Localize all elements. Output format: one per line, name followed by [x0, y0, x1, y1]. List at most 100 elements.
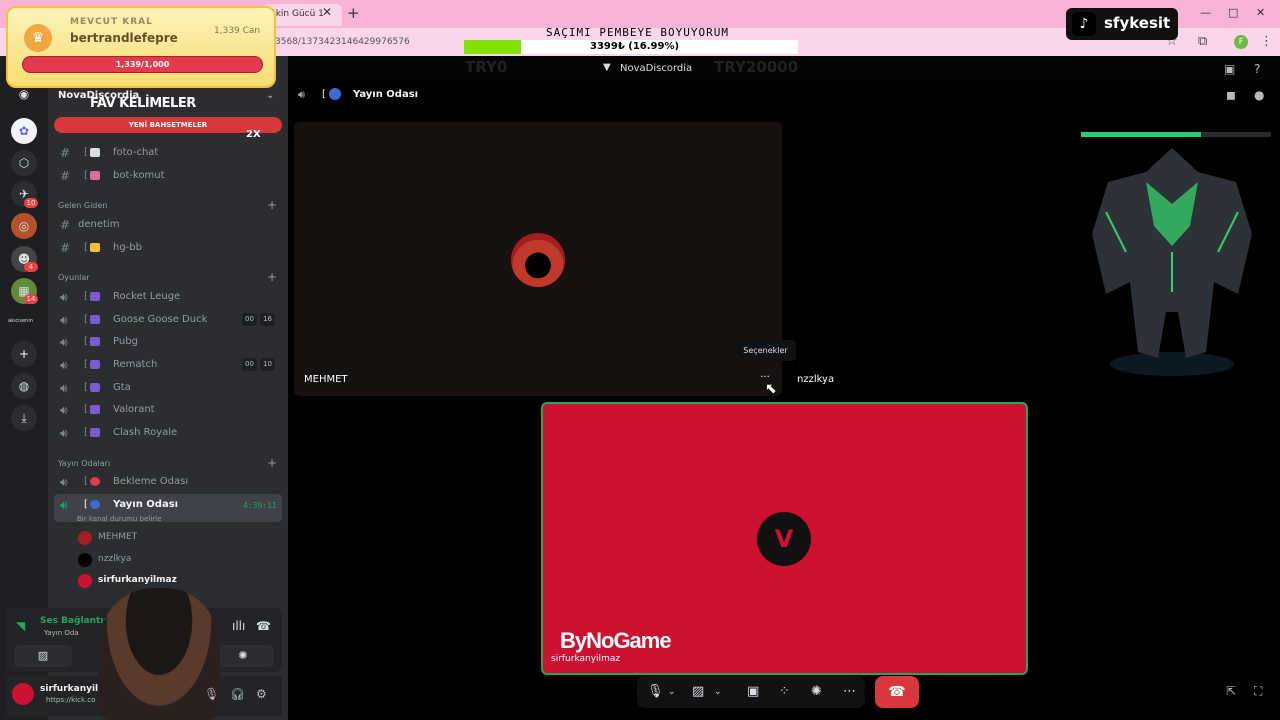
- voice-channel-bekleme[interactable]: 🔊︎ [Bekleme Odası: [54, 471, 282, 493]
- channel-foto-chat[interactable]: # [ foto-chat: [54, 142, 282, 164]
- explore-icon[interactable]: ◍: [11, 373, 37, 399]
- avatar[interactable]: [12, 683, 34, 705]
- member-name: MEHMET: [98, 532, 138, 542]
- maximize-icon[interactable]: □: [1228, 6, 1238, 19]
- speaker-icon: 🔊︎: [298, 88, 305, 101]
- inbox-icon[interactable]: ▣: [1224, 62, 1235, 76]
- help-icon[interactable]: ?: [1254, 62, 1260, 76]
- king-name: bertrandlefepre: [70, 31, 178, 45]
- activities-icon[interactable]: ⁘: [779, 684, 790, 699]
- server-icon[interactable]: ◎: [11, 213, 37, 239]
- voice-channel[interactable]: 🔊︎ [Rocket Leuge: [54, 286, 282, 308]
- cursor-icon: ⬉: [765, 381, 777, 397]
- minimize-icon[interactable]: —: [1200, 6, 1211, 19]
- goal-max-label: TRY20000: [714, 58, 799, 76]
- voice-channel[interactable]: 🔊︎ [Valorant: [54, 399, 282, 421]
- category-gelen-giden[interactable]: Gelen Giden: [58, 201, 107, 210]
- channel-label: Bekleme Odası: [113, 476, 189, 487]
- channel-denetim[interactable]: # denetim: [54, 214, 282, 236]
- window-close-icon[interactable]: ✕: [1256, 6, 1265, 19]
- bracket: [: [84, 404, 88, 415]
- download-icon[interactable]: ⤓: [11, 405, 37, 431]
- extensions-icon[interactable]: ⧉: [1198, 34, 1207, 49]
- profile-avatar[interactable]: F: [1234, 35, 1248, 49]
- goal-min-label: TRY0: [465, 58, 508, 76]
- add-channel-icon[interactable]: +: [267, 456, 277, 470]
- speaker-icon: 🔊︎: [60, 475, 68, 489]
- tab-title: ğkin Gücü 1: [270, 9, 324, 19]
- headphones-icon[interactable]: 🎧︎: [230, 687, 245, 701]
- blue-circle-emoji-icon: [329, 88, 341, 100]
- channel-bot-komut[interactable]: # [ bot-komut: [54, 165, 282, 187]
- tab-close-icon[interactable]: ✕: [322, 5, 332, 19]
- chevron-down-icon[interactable]: ⌄: [714, 687, 722, 697]
- goal-progress-fill: [464, 40, 521, 54]
- member-name: nzzlkya: [98, 554, 132, 564]
- disconnect-icon[interactable]: ☎: [256, 619, 271, 633]
- tile-name: sirfurkanyilmaz: [551, 654, 621, 664]
- server-icon[interactable]: ✿: [11, 118, 37, 144]
- microphone-icon[interactable]: 🎙︎: [204, 687, 219, 701]
- fullscreen-icon[interactable]: ⛶: [1254, 684, 1262, 699]
- channel-timer: 4:39:11: [243, 501, 277, 510]
- user-count: 00: [242, 313, 257, 326]
- microphone-icon[interactable]: 🎙︎: [647, 684, 664, 699]
- server-label[interactable]: akıcısenin: [8, 318, 33, 324]
- category-yayin-odalari[interactable]: Yayın Odaları: [58, 459, 110, 468]
- voice-channel[interactable]: 🔊︎ [Rematch 00 10: [54, 354, 282, 376]
- boss-health-fill: [1081, 132, 1201, 137]
- add-channel-icon[interactable]: +: [267, 270, 277, 284]
- chevron-down-icon[interactable]: ⌄: [266, 90, 274, 101]
- chat-icon[interactable]: ●: [1254, 88, 1264, 102]
- popout-icon[interactable]: ⇱: [1226, 684, 1236, 698]
- screen-share-icon[interactable]: ▣: [747, 684, 759, 699]
- more-icon[interactable]: ⋯: [843, 684, 856, 699]
- channel-status[interactable]: Bir kanal durumu belirle: [77, 515, 161, 523]
- camera-off-icon[interactable]: ▨: [692, 684, 704, 699]
- new-tab-icon[interactable]: +: [347, 4, 360, 22]
- pin-icon[interactable]: ◼: [1226, 88, 1236, 102]
- camera-off-icon[interactable]: ▨: [14, 645, 72, 667]
- tooltip-options: Seçenekler: [735, 340, 796, 361]
- bracket: [: [84, 314, 88, 325]
- channel-label: Clash Royale: [113, 427, 178, 438]
- tile-name: nzzlkya: [797, 374, 835, 385]
- user-limit: 16: [260, 313, 275, 326]
- category-oyunlar[interactable]: Oyunlar: [58, 273, 90, 282]
- channel-hg-bb[interactable]: # [ hg-bb: [54, 237, 282, 259]
- channel-label: Valorant: [113, 404, 155, 415]
- server-icon[interactable]: ⬡: [11, 150, 37, 176]
- unread-badge: 10: [24, 198, 38, 208]
- voice-channel[interactable]: 🔊︎ [Goose Goose Duck 00 16: [54, 309, 282, 331]
- bracket: [: [322, 89, 326, 100]
- member-name: sirfurkanyilmaz: [98, 575, 177, 585]
- add-channel-icon[interactable]: +: [267, 198, 277, 212]
- soundboard-icon[interactable]: ✺: [212, 645, 274, 667]
- channel-label: Rocket Leuge: [113, 291, 181, 302]
- soundboard-icon[interactable]: ✺: [811, 684, 822, 699]
- channel-label: Gta: [113, 382, 131, 393]
- channel-label: Goose Goose Duck: [113, 314, 208, 325]
- king-label: MEVCUT KRAL: [70, 17, 153, 27]
- speaker-icon: 🔊︎: [60, 426, 68, 440]
- king-progress-bar: 1,339/1,000: [22, 56, 263, 73]
- voice-channel[interactable]: 🔊︎ [Gta: [54, 377, 282, 399]
- gamepad-emoji-icon: [90, 360, 100, 369]
- gear-icon[interactable]: ⚙: [256, 687, 267, 701]
- signal-icon[interactable]: ◥: [16, 619, 25, 633]
- noise-suppression-icon[interactable]: ıllı: [232, 619, 245, 633]
- hangup-icon[interactable]: ☎: [875, 676, 919, 708]
- king-health: 1,339 Can: [214, 26, 261, 36]
- red-circle-emoji-icon: [90, 477, 100, 486]
- voice-channel-name[interactable]: Yayın Oda: [44, 629, 79, 637]
- voice-channel[interactable]: 🔊︎ [Pubg: [54, 331, 282, 353]
- goal-value: 3399₺ (16.99%): [590, 41, 680, 52]
- channel-label: denetim: [78, 219, 120, 230]
- chevron-down-icon[interactable]: ⌄: [668, 687, 676, 697]
- unread-badge: 4: [24, 262, 38, 272]
- browser-menu-icon[interactable]: ⋮: [1260, 34, 1273, 49]
- user-count: 00: [242, 358, 257, 371]
- voice-channel[interactable]: 🔊︎ [Clash Royale: [54, 422, 282, 444]
- add-server-icon[interactable]: +: [11, 341, 37, 367]
- url-text[interactable]: 3568/1373423146429976576: [275, 37, 410, 47]
